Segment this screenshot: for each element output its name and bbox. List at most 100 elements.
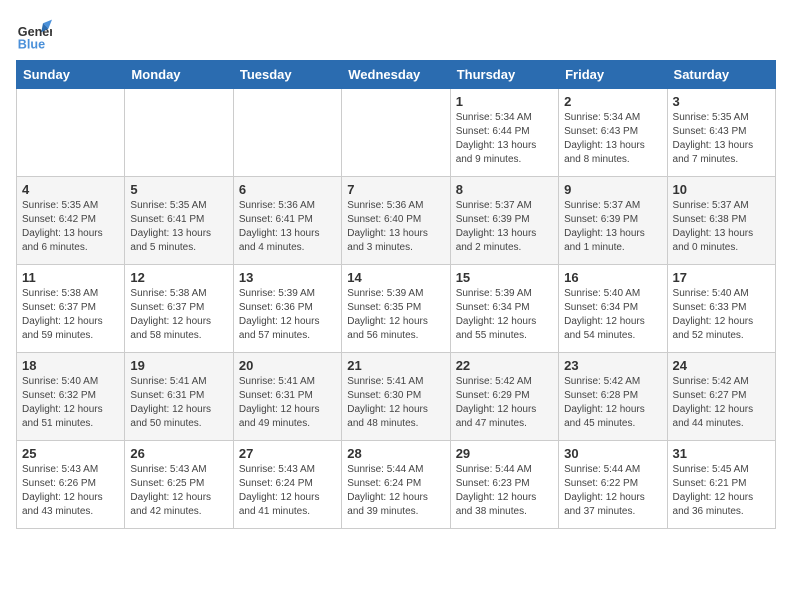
header-wednesday: Wednesday [342, 61, 450, 89]
day-cell: 15 Sunrise: 5:39 AM Sunset: 6:34 PM Dayli… [450, 265, 558, 353]
day-cell: 27 Sunrise: 5:43 AM Sunset: 6:24 PM Dayli… [233, 441, 341, 529]
day-number: 4 [22, 182, 119, 197]
day-info: Sunrise: 5:41 AM Sunset: 6:31 PM Dayligh… [239, 375, 336, 431]
day-cell: 19 Sunrise: 5:41 AM Sunset: 6:31 PM Dayli… [125, 353, 233, 441]
day-info: Sunrise: 5:37 AM Sunset: 6:39 PM Dayligh… [456, 199, 553, 255]
day-number: 29 [456, 446, 553, 461]
day-cell: 6Sunrise: 5:36 AM Sunset: 6:41 PM Daylig… [233, 177, 341, 265]
day-number: 14 [347, 270, 444, 285]
day-number: 12 [130, 270, 227, 285]
day-info: Sunrise: 5:44 AM Sunset: 6:24 PM Dayligh… [347, 463, 444, 519]
header-sunday: Sunday [17, 61, 125, 89]
day-number: 24 [673, 358, 770, 373]
day-info: Sunrise: 5:39 AM Sunset: 6:36 PM Dayligh… [239, 287, 336, 343]
day-info: Sunrise: 5:43 AM Sunset: 6:26 PM Dayligh… [22, 463, 119, 519]
day-info: Sunrise: 5:40 AM Sunset: 6:33 PM Dayligh… [673, 287, 770, 343]
day-cell: 4 Sunrise: 5:35 AM Sunset: 6:42 PM Daylig… [17, 177, 125, 265]
day-info: Sunrise: 5:44 AM Sunset: 6:22 PM Dayligh… [564, 463, 661, 519]
day-cell: 3 Sunrise: 5:35 AM Sunset: 6:43 PM Daylig… [667, 89, 775, 177]
day-cell: 10 Sunrise: 5:37 AM Sunset: 6:38 PM Dayli… [667, 177, 775, 265]
day-number: 10 [673, 182, 770, 197]
day-number: 5 [130, 182, 227, 197]
day-number: 9 [564, 182, 661, 197]
week-row-4: 18Sunrise: 5:40 AM Sunset: 6:32 PM Dayli… [17, 353, 776, 441]
day-number: 27 [239, 446, 336, 461]
day-number: 22 [456, 358, 553, 373]
day-number: 17 [673, 270, 770, 285]
day-cell [17, 89, 125, 177]
day-number: 1 [456, 94, 553, 109]
day-number: 18 [22, 358, 119, 373]
day-cell: 23 Sunrise: 5:42 AM Sunset: 6:28 PM Dayli… [559, 353, 667, 441]
day-cell: 25 Sunrise: 5:43 AM Sunset: 6:26 PM Dayli… [17, 441, 125, 529]
day-info: Sunrise: 5:43 AM Sunset: 6:25 PM Dayligh… [130, 463, 227, 519]
day-cell: 30 Sunrise: 5:44 AM Sunset: 6:22 PM Dayli… [559, 441, 667, 529]
day-info: Sunrise: 5:35 AM Sunset: 6:41 PM Dayligh… [130, 199, 227, 255]
day-info: Sunrise: 5:34 AM Sunset: 6:44 PM Dayligh… [456, 111, 553, 167]
day-cell: 9 Sunrise: 5:37 AM Sunset: 6:39 PM Daylig… [559, 177, 667, 265]
day-cell [125, 89, 233, 177]
day-cell [233, 89, 341, 177]
day-info: Sunrise: 5:35 AM Sunset: 6:42 PM Dayligh… [22, 199, 119, 255]
day-info: Sunrise: 5:37 AM Sunset: 6:38 PM Dayligh… [673, 199, 770, 255]
day-cell: 5 Sunrise: 5:35 AM Sunset: 6:41 PM Daylig… [125, 177, 233, 265]
day-number: 8 [456, 182, 553, 197]
day-cell: 17 Sunrise: 5:40 AM Sunset: 6:33 PM Dayli… [667, 265, 775, 353]
week-row-3: 11Sunrise: 5:38 AM Sunset: 6:37 PM Dayli… [17, 265, 776, 353]
day-info: Sunrise: 5:42 AM Sunset: 6:29 PM Dayligh… [456, 375, 553, 431]
day-number: 23 [564, 358, 661, 373]
week-row-1: 1 Sunrise: 5:34 AM Sunset: 6:44 PM Daylig… [17, 89, 776, 177]
day-info: Sunrise: 5:41 AM Sunset: 6:30 PM Dayligh… [347, 375, 444, 431]
day-cell: 22 Sunrise: 5:42 AM Sunset: 6:29 PM Dayli… [450, 353, 558, 441]
day-cell: 26 Sunrise: 5:43 AM Sunset: 6:25 PM Dayli… [125, 441, 233, 529]
header-area: General Blue [16, 16, 776, 52]
day-cell: 29Sunrise: 5:44 AM Sunset: 6:23 PM Dayli… [450, 441, 558, 529]
day-cell: 1 Sunrise: 5:34 AM Sunset: 6:44 PM Daylig… [450, 89, 558, 177]
logo-icon: General Blue [16, 16, 52, 52]
day-cell: 21Sunrise: 5:41 AM Sunset: 6:30 PM Dayli… [342, 353, 450, 441]
day-number: 19 [130, 358, 227, 373]
header-monday: Monday [125, 61, 233, 89]
day-number: 2 [564, 94, 661, 109]
day-number: 26 [130, 446, 227, 461]
day-info: Sunrise: 5:39 AM Sunset: 6:34 PM Dayligh… [456, 287, 553, 343]
day-cell: 14Sunrise: 5:39 AM Sunset: 6:35 PM Dayli… [342, 265, 450, 353]
day-info: Sunrise: 5:42 AM Sunset: 6:28 PM Dayligh… [564, 375, 661, 431]
day-info: Sunrise: 5:37 AM Sunset: 6:39 PM Dayligh… [564, 199, 661, 255]
day-info: Sunrise: 5:42 AM Sunset: 6:27 PM Dayligh… [673, 375, 770, 431]
day-info: Sunrise: 5:41 AM Sunset: 6:31 PM Dayligh… [130, 375, 227, 431]
header-thursday: Thursday [450, 61, 558, 89]
day-cell: 31 Sunrise: 5:45 AM Sunset: 6:21 PM Dayli… [667, 441, 775, 529]
day-number: 16 [564, 270, 661, 285]
day-cell: 12Sunrise: 5:38 AM Sunset: 6:37 PM Dayli… [125, 265, 233, 353]
page-container: General Blue Sunday Monday Tuesday Wedne… [16, 16, 776, 529]
day-number: 30 [564, 446, 661, 461]
day-number: 6 [239, 182, 336, 197]
week-row-5: 25 Sunrise: 5:43 AM Sunset: 6:26 PM Dayli… [17, 441, 776, 529]
day-cell [342, 89, 450, 177]
day-number: 20 [239, 358, 336, 373]
day-info: Sunrise: 5:43 AM Sunset: 6:24 PM Dayligh… [239, 463, 336, 519]
day-cell: 16 Sunrise: 5:40 AM Sunset: 6:34 PM Dayli… [559, 265, 667, 353]
header-tuesday: Tuesday [233, 61, 341, 89]
day-cell: 24 Sunrise: 5:42 AM Sunset: 6:27 PM Dayli… [667, 353, 775, 441]
day-info: Sunrise: 5:35 AM Sunset: 6:43 PM Dayligh… [673, 111, 770, 167]
day-info: Sunrise: 5:34 AM Sunset: 6:43 PM Dayligh… [564, 111, 661, 167]
day-cell: 28Sunrise: 5:44 AM Sunset: 6:24 PM Dayli… [342, 441, 450, 529]
day-info: Sunrise: 5:40 AM Sunset: 6:34 PM Dayligh… [564, 287, 661, 343]
day-info: Sunrise: 5:36 AM Sunset: 6:40 PM Dayligh… [347, 199, 444, 255]
day-info: Sunrise: 5:45 AM Sunset: 6:21 PM Dayligh… [673, 463, 770, 519]
day-number: 15 [456, 270, 553, 285]
day-number: 31 [673, 446, 770, 461]
svg-text:Blue: Blue [18, 37, 45, 51]
logo: General Blue [16, 16, 52, 52]
day-number: 3 [673, 94, 770, 109]
days-header-row: Sunday Monday Tuesday Wednesday Thursday… [17, 61, 776, 89]
header-saturday: Saturday [667, 61, 775, 89]
day-number: 7 [347, 182, 444, 197]
day-number: 25 [22, 446, 119, 461]
day-cell: 8 Sunrise: 5:37 AM Sunset: 6:39 PM Daylig… [450, 177, 558, 265]
day-cell: 7 Sunrise: 5:36 AM Sunset: 6:40 PM Daylig… [342, 177, 450, 265]
day-cell: 11Sunrise: 5:38 AM Sunset: 6:37 PM Dayli… [17, 265, 125, 353]
day-cell: 20 Sunrise: 5:41 AM Sunset: 6:31 PM Dayli… [233, 353, 341, 441]
